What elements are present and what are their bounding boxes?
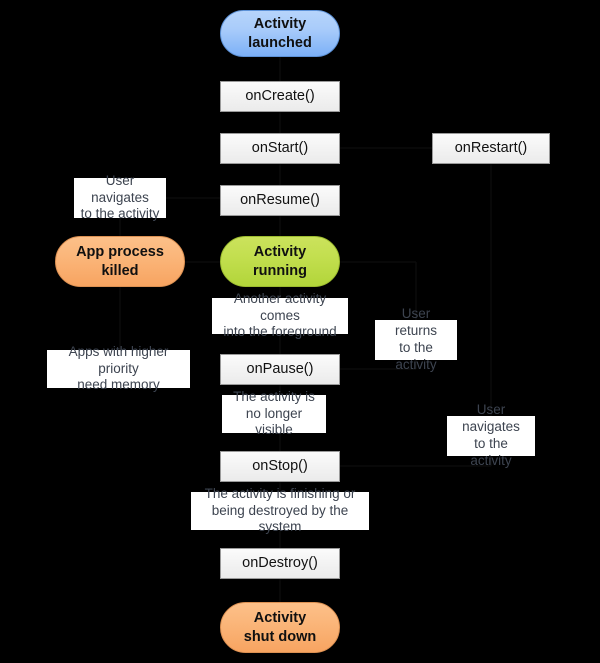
state-activity-shut-down-line2: shut down (243, 628, 317, 645)
state-activity-launched[interactable]: Activity launched (220, 10, 340, 57)
callback-onpause-label: onPause() (246, 361, 314, 378)
callback-oncreate-label: onCreate() (245, 88, 315, 105)
note-higher-priority-memory: Apps with higher priority need memory (47, 344, 190, 392)
callback-oncreate[interactable]: onCreate() (220, 81, 340, 112)
note-higher-priority-memory-line1: Apps with higher priority (68, 343, 169, 376)
callback-onrestart-label: onRestart() (454, 140, 528, 157)
callback-onstop-label: onStop() (252, 458, 308, 475)
note-user-navigates-left: User navigates to the activity (74, 173, 166, 221)
note-user-navigates-right-line1: User navigates (462, 402, 520, 435)
note-another-activity-foreground: Another activity comes into the foregrou… (212, 291, 348, 339)
note-no-longer-visible-line2: no longer visible (245, 405, 303, 438)
note-another-activity-foreground-line1: Another activity comes (233, 290, 327, 323)
state-activity-launched-line2: launched (248, 34, 312, 51)
state-activity-launched-line1: Activity (253, 16, 307, 33)
callback-onstop[interactable]: onStop() (220, 451, 340, 482)
callback-onstart[interactable]: onStart() (220, 133, 340, 164)
state-activity-running-line1: Activity (253, 244, 307, 261)
state-activity-running-line2: running (253, 262, 307, 279)
note-user-navigates-right: User navigates to the activity (447, 402, 535, 468)
state-activity-shut-down[interactable]: Activity shut down (220, 602, 340, 653)
note-user-navigates-right-line2: to the activity (470, 436, 512, 468)
note-user-returns-line2: to the activity (395, 340, 437, 372)
state-app-process-killed-line1: App process (76, 244, 164, 261)
note-higher-priority-memory-line2: need memory (77, 377, 160, 393)
callback-onrestart[interactable]: onRestart() (432, 133, 550, 164)
note-finishing-or-destroyed-line2: being destroyed by the system (211, 502, 349, 535)
note-user-navigates-left-line1: User navigates (91, 172, 149, 205)
callback-ondestroy[interactable]: onDestroy() (220, 548, 340, 579)
note-user-returns-line1: User returns (394, 306, 438, 339)
activity-lifecycle-diagram: Activity launched Activity running App p… (0, 0, 600, 663)
note-finishing-or-destroyed: The activity is finishing or being destr… (191, 486, 369, 534)
note-no-longer-visible-line1: The activity is (233, 388, 315, 404)
state-activity-running[interactable]: Activity running (220, 236, 340, 287)
callback-onstart-label: onStart() (251, 140, 309, 157)
state-app-process-killed-line2: killed (101, 262, 139, 279)
note-no-longer-visible: The activity is no longer visible (222, 389, 326, 437)
callback-onresume-label: onResume() (240, 192, 320, 209)
state-activity-shut-down-line1: Activity (253, 610, 307, 627)
note-user-returns: User returns to the activity (375, 306, 457, 372)
state-app-process-killed[interactable]: App process killed (55, 236, 185, 287)
callback-onpause[interactable]: onPause() (220, 354, 340, 385)
note-another-activity-foreground-line2: into the foreground (223, 324, 337, 340)
note-user-navigates-left-line2: to the activity (80, 206, 160, 222)
callback-onresume[interactable]: onResume() (220, 185, 340, 216)
callback-ondestroy-label: onDestroy() (242, 555, 318, 572)
note-finishing-or-destroyed-line1: The activity is finishing or (204, 485, 356, 501)
